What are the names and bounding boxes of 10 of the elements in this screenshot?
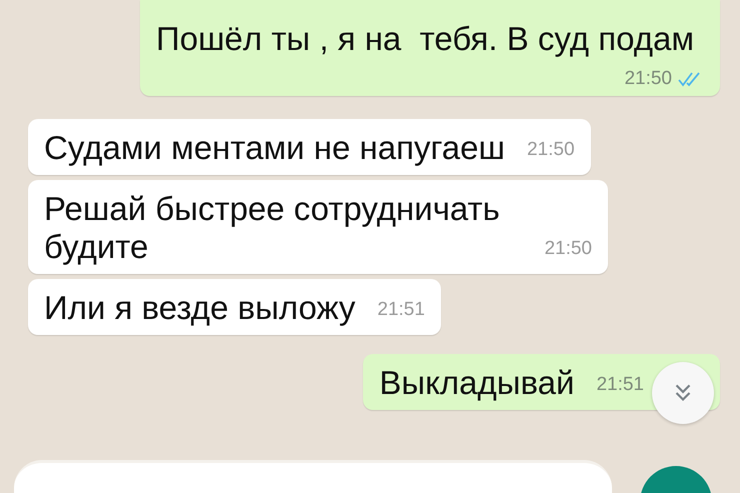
message-time: 21:50 (526, 141, 575, 159)
message-text: Или я везде выложу (44, 289, 356, 326)
message-text: Выкладывай (379, 364, 574, 401)
message-text: Решай быстрее сотрудничать будите (44, 190, 501, 265)
message-time: 21:51 (377, 301, 425, 319)
message-time: 21:51 (596, 376, 644, 394)
message-text: Судами ментами не напугаеш (44, 129, 505, 166)
message-text: Пошёл ты , я на тебя. В суд подам (156, 20, 694, 57)
message-time: 21:50 (544, 240, 592, 258)
message-time: 21:50 (624, 70, 672, 88)
